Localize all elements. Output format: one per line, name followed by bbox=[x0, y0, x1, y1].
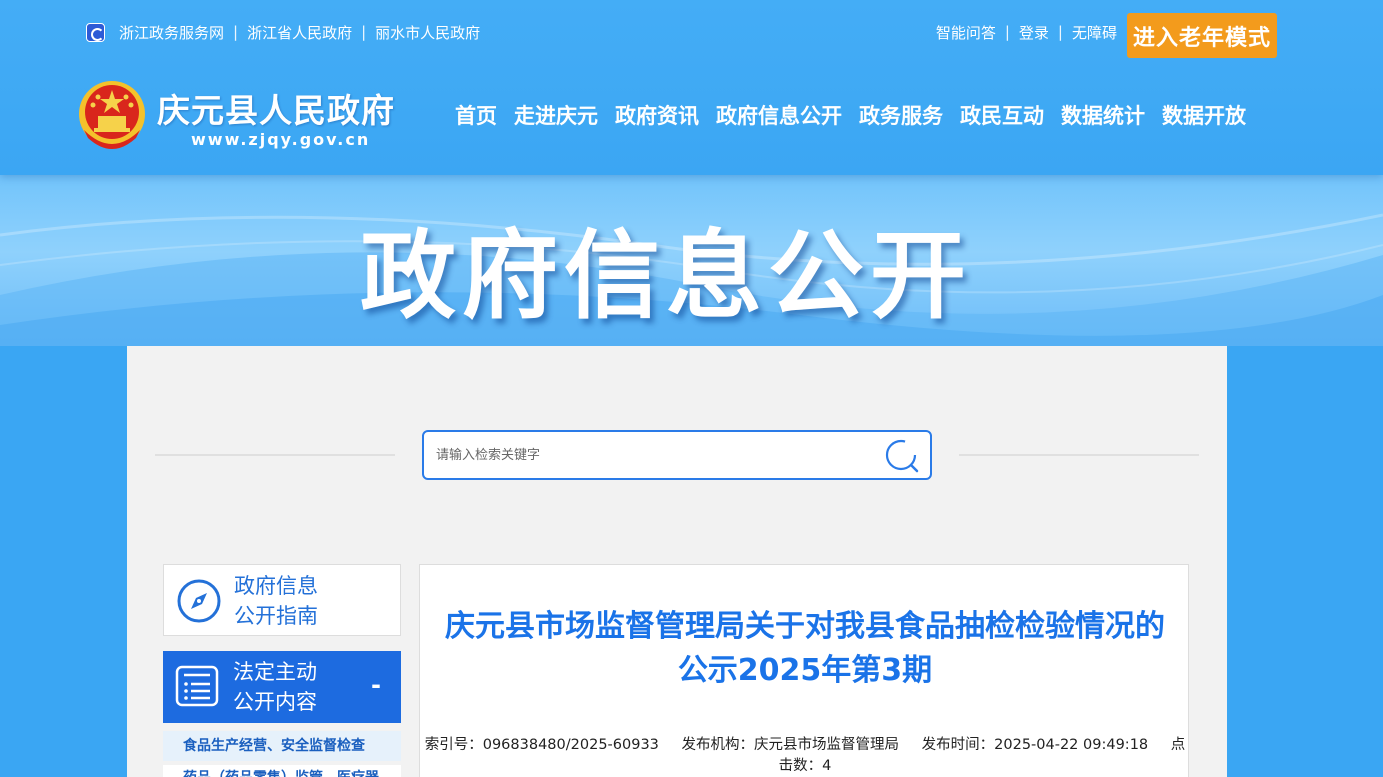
article-title: 庆元县市场监督管理局关于对我县食品抽检检验情况的公示2025年第3期 bbox=[445, 609, 1165, 688]
meta-index-value: 096838480/2025-60933 bbox=[482, 737, 659, 753]
divider: | bbox=[361, 23, 367, 41]
divider: | bbox=[1057, 23, 1063, 41]
meta-index-label: 索引号： bbox=[424, 737, 483, 753]
site-header: 浙江政务服务网 | 浙江省人民政府 | 丽水市人民政府 智能问答 | 登录 | … bbox=[0, 0, 1383, 175]
compass-icon bbox=[177, 579, 221, 623]
article-card: 庆元县市场监督管理局关于对我县食品抽检检验情况的公示2025年第3期 索引号：0… bbox=[419, 564, 1189, 777]
link-smart-qa[interactable]: 智能问答 bbox=[936, 22, 996, 43]
banner-title: 政府信息公开 bbox=[360, 220, 972, 332]
list-icon bbox=[175, 665, 219, 707]
search-icon[interactable] bbox=[884, 438, 920, 474]
main-nav: 首页 走进庆元 政府资讯 政府信息公开 政务服务 政民互动 数据统计 数据开放 bbox=[455, 100, 1246, 130]
utility-links: 智能问答 | 登录 | 无障碍 bbox=[936, 20, 1117, 44]
site-url: www.zjqy.gov.cn bbox=[191, 130, 371, 149]
meta-clicks-value: 4 bbox=[822, 758, 832, 774]
meta-publisher: 发布机构：庆元县市场监督管理局 bbox=[682, 737, 900, 753]
divider: | bbox=[1004, 23, 1010, 41]
nav-statistics[interactable]: 数据统计 bbox=[1061, 100, 1145, 130]
national-emblem-icon bbox=[79, 81, 145, 149]
link-zhejiang-gov[interactable]: 浙江省人民政府 bbox=[247, 22, 352, 43]
sidebar-item-statutory-content[interactable]: 法定主动 公开内容 - bbox=[163, 651, 401, 723]
nav-info-disclosure[interactable]: 政府信息公开 bbox=[716, 100, 842, 130]
site-title[interactable]: 庆元县人民政府 bbox=[157, 84, 395, 132]
meta-index: 索引号：096838480/2025-60933 bbox=[425, 737, 659, 753]
nav-interaction[interactable]: 政民互动 bbox=[960, 100, 1044, 130]
search-box bbox=[422, 430, 932, 480]
meta-publisher-label: 发布机构： bbox=[681, 737, 755, 753]
nav-gov-services[interactable]: 政务服务 bbox=[859, 100, 943, 130]
guide-label-line1: 政府信息 bbox=[234, 574, 318, 598]
link-login[interactable]: 登录 bbox=[1019, 22, 1049, 43]
divider: | bbox=[233, 23, 239, 41]
nav-open-data[interactable]: 数据开放 bbox=[1162, 100, 1246, 130]
statutory-label-line2: 公开内容 bbox=[233, 690, 317, 714]
search-input[interactable] bbox=[436, 442, 866, 468]
article-meta: 索引号：096838480/2025-60933 发布机构：庆元县市场监督管理局… bbox=[420, 735, 1190, 777]
nav-home[interactable]: 首页 bbox=[455, 100, 497, 130]
nav-about-qingyuan[interactable]: 走进庆元 bbox=[514, 100, 598, 130]
statutory-label: 法定主动 公开内容 bbox=[233, 657, 317, 717]
sidebar-subitem-food-safety[interactable]: 食品生产经营、安全监督检查 bbox=[163, 731, 401, 761]
link-zhejiang-service[interactable]: 浙江政务服务网 bbox=[119, 22, 224, 43]
search-divider-right bbox=[959, 454, 1199, 456]
search-divider-left bbox=[155, 454, 395, 456]
elder-mode-button[interactable]: 进入老年模式 bbox=[1127, 13, 1277, 58]
link-accessibility[interactable]: 无障碍 bbox=[1072, 22, 1117, 43]
guide-label-line2: 公开指南 bbox=[234, 604, 318, 628]
statutory-label-line1: 法定主动 bbox=[233, 660, 317, 684]
meta-time-value: 2025-04-22 09:49:18 bbox=[994, 737, 1149, 753]
nav-gov-news[interactable]: 政府资讯 bbox=[615, 100, 699, 130]
link-lishui-gov[interactable]: 丽水市人民政府 bbox=[375, 22, 480, 43]
collapse-toggle[interactable]: - bbox=[371, 671, 381, 699]
content-panel: 政府信息 公开指南 法定主动 公开内容 - 食品生产经营、安全监督检查 药品（药… bbox=[127, 346, 1227, 777]
sidebar-item-disclosure-guide[interactable]: 政府信息 公开指南 bbox=[163, 564, 401, 636]
meta-publisher-value: 庆元县市场监督管理局 bbox=[754, 737, 900, 753]
top-links: 浙江政务服务网 | 浙江省人民政府 | 丽水市人民政府 bbox=[86, 20, 480, 44]
zhejiang-gov-icon bbox=[86, 22, 105, 42]
sidebar-subitem-drug-supervision[interactable]: 药品（药品零售）监管、医疗器 bbox=[163, 765, 401, 777]
meta-time-label: 发布时间： bbox=[921, 737, 995, 753]
meta-time: 发布时间：2025-04-22 09:49:18 bbox=[922, 737, 1149, 753]
guide-label: 政府信息 公开指南 bbox=[234, 571, 318, 631]
